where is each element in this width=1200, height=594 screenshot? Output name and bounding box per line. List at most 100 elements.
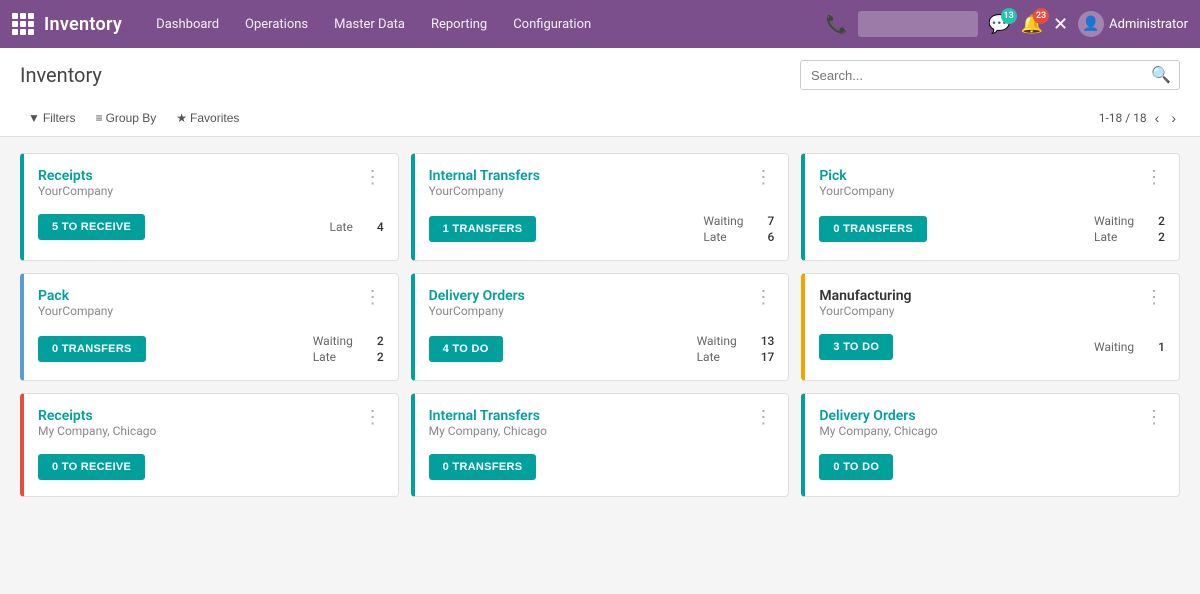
stat-value: 6 [768, 230, 775, 244]
card-action-button[interactable]: 0 TO DO [819, 454, 893, 480]
stat-row: Late 4 [330, 220, 384, 234]
stat-value: 4 [377, 220, 384, 234]
nav-operations[interactable]: Operations [235, 11, 318, 38]
card-title[interactable]: Internal Transfers [429, 168, 540, 184]
favorites-button[interactable]: ★ Favorites [168, 108, 247, 128]
apps-grid-icon[interactable] [12, 13, 34, 35]
cards-grid: Receipts YourCompany ⋮ 5 TO RECEIVE Late… [20, 153, 1180, 497]
card-header: Internal Transfers YourCompany ⋮ [429, 168, 775, 210]
card-menu-button[interactable]: ⋮ [362, 288, 384, 306]
group-by-button[interactable]: ≡ Group By [88, 108, 165, 128]
activity-badge: 23 [1033, 8, 1049, 24]
search-button[interactable]: 🔍 [1143, 61, 1179, 89]
card-menu-button[interactable]: ⋮ [1143, 408, 1165, 426]
user-avatar: 👤 [1078, 11, 1104, 37]
card-title[interactable]: Internal Transfers [429, 408, 547, 424]
stat-label: Waiting [1094, 214, 1134, 228]
stat-value: 7 [768, 214, 775, 228]
stat-value: 1 [1158, 340, 1165, 354]
card-menu-button[interactable]: ⋮ [752, 168, 774, 186]
discuss-icon[interactable]: 💬 13 [988, 14, 1010, 35]
stat-row: Waiting 7 [703, 214, 774, 228]
card-header: Delivery Orders YourCompany ⋮ [429, 288, 775, 330]
card-body: 3 TO DO Waiting 1 [819, 334, 1165, 360]
card-action-button[interactable]: 0 TO RECEIVE [38, 454, 145, 480]
nav-reporting[interactable]: Reporting [421, 11, 497, 38]
nav-configuration[interactable]: Configuration [503, 11, 601, 38]
card-subtitle: YourCompany [429, 184, 540, 198]
card-menu-button[interactable]: ⋮ [362, 168, 384, 186]
card-subtitle: YourCompany [819, 304, 911, 318]
pagination-text: 1-18 / 18 [1099, 111, 1147, 125]
card-menu-button[interactable]: ⋮ [1143, 288, 1165, 306]
pagination-info: 1-18 / 18 ‹ › [1099, 108, 1180, 128]
main-content: Receipts YourCompany ⋮ 5 TO RECEIVE Late… [0, 137, 1200, 513]
card-menu-button[interactable]: ⋮ [362, 408, 384, 426]
top-navigation: Inventory Dashboard Operations Master Da… [0, 0, 1200, 48]
app-logo[interactable]: Inventory [44, 14, 122, 35]
card-menu-button[interactable]: ⋮ [752, 408, 774, 426]
card-stats: Waiting 7 Late 6 [703, 214, 774, 244]
search-input[interactable] [801, 62, 1143, 89]
stat-row: Late 17 [697, 350, 775, 364]
card-body: 0 TO DO [819, 454, 1165, 480]
card-title[interactable]: Pick [819, 168, 894, 184]
card-internal-transfers-2: Internal Transfers My Company, Chicago ⋮… [411, 393, 790, 497]
phone-icon[interactable]: 📞 [826, 14, 848, 35]
card-stats: Late 4 [330, 220, 384, 234]
stat-row: Waiting 2 [1094, 214, 1165, 228]
pagination-prev[interactable]: ‹ [1151, 108, 1164, 128]
stat-label: Waiting [1094, 340, 1134, 354]
stat-label: Late [697, 350, 720, 364]
card-receipts-2: Receipts My Company, Chicago ⋮ 0 TO RECE… [20, 393, 399, 497]
user-menu[interactable]: 👤 Administrator [1078, 11, 1188, 37]
stat-label: Waiting [697, 334, 737, 348]
nav-dashboard[interactable]: Dashboard [146, 11, 229, 38]
stat-value: 13 [761, 334, 775, 348]
card-menu-button[interactable]: ⋮ [1143, 168, 1165, 186]
filters-button[interactable]: ▼ Filters [20, 108, 84, 128]
card-action-button[interactable]: 0 TRANSFERS [38, 336, 146, 362]
filter-bar: ▼ Filters ≡ Group By ★ Favorites 1-18 / … [20, 102, 1180, 136]
card-subtitle: YourCompany [819, 184, 894, 198]
card-title[interactable]: Manufacturing [819, 288, 911, 304]
card-title[interactable]: Delivery Orders [819, 408, 937, 424]
stat-label: Late [313, 350, 336, 364]
card-stats: Waiting 1 [1094, 340, 1165, 354]
stat-label: Waiting [703, 214, 743, 228]
card-title[interactable]: Delivery Orders [429, 288, 525, 304]
card-action-button[interactable]: 0 TRANSFERS [819, 216, 927, 242]
filters-label: Filters [43, 111, 76, 125]
card-receipts-1: Receipts YourCompany ⋮ 5 TO RECEIVE Late… [20, 153, 399, 261]
card-stats: Waiting 13 Late 17 [697, 334, 775, 364]
card-action-button[interactable]: 1 TRANSFERS [429, 216, 537, 242]
stat-row: Waiting 13 [697, 334, 775, 348]
stat-row: Waiting 1 [1094, 340, 1165, 354]
stat-value: 2 [377, 350, 384, 364]
subheader-top: Inventory 🔍 [20, 48, 1180, 102]
topnav-search-input[interactable] [858, 11, 978, 37]
card-body: 0 TO RECEIVE [38, 454, 384, 480]
card-subtitle: My Company, Chicago [38, 424, 156, 438]
card-pick-1: Pick YourCompany ⋮ 0 TRANSFERS Waiting 2… [801, 153, 1180, 261]
nav-master-data[interactable]: Master Data [324, 11, 415, 38]
card-body: 4 TO DO Waiting 13 Late 17 [429, 334, 775, 364]
card-action-button[interactable]: 0 TRANSFERS [429, 454, 537, 480]
card-header: Pack YourCompany ⋮ [38, 288, 384, 330]
card-menu-button[interactable]: ⋮ [752, 288, 774, 306]
stat-row: Late 6 [703, 230, 774, 244]
card-title[interactable]: Receipts [38, 408, 156, 424]
stat-value: 2 [1158, 214, 1165, 228]
card-title[interactable]: Pack [38, 288, 113, 304]
stat-label: Late [1094, 230, 1117, 244]
stat-row: Late 2 [313, 350, 384, 364]
search-container: 🔍 [800, 60, 1180, 90]
card-action-button[interactable]: 5 TO RECEIVE [38, 214, 145, 240]
close-icon[interactable]: ✕ [1053, 14, 1068, 35]
stat-label: Late [703, 230, 726, 244]
card-title[interactable]: Receipts [38, 168, 113, 184]
pagination-next[interactable]: › [1167, 108, 1180, 128]
activity-icon[interactable]: 🔔 23 [1021, 14, 1043, 35]
card-action-button[interactable]: 4 TO DO [429, 336, 503, 362]
card-action-button[interactable]: 3 TO DO [819, 334, 893, 360]
